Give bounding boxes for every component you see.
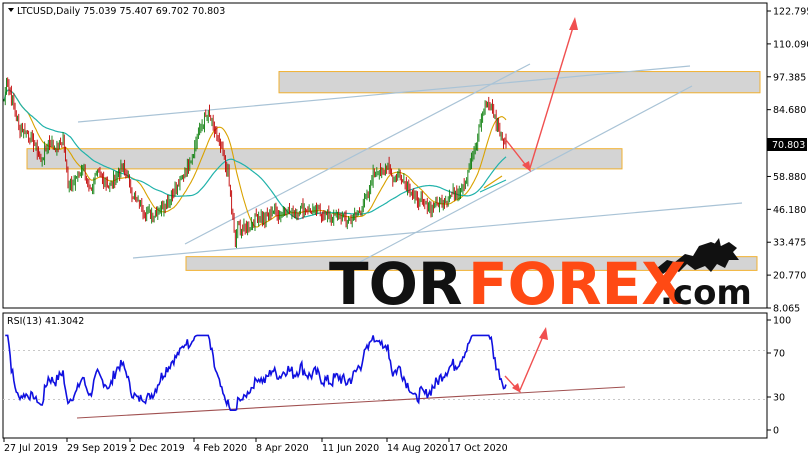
rsi-tick-label: 30 <box>773 393 785 404</box>
last-price-tag: 70.803 <box>772 140 805 151</box>
rsi-tick-label: 0 <box>773 426 779 437</box>
rsi-header: RSI(13) 41.3042 <box>7 316 84 327</box>
price-tick-label: 8.065 <box>773 304 800 315</box>
time-axis: 27 Jul 2019 29 Sep 2019 2 Dec 2019 4 Feb 20… <box>3 438 508 454</box>
time-tick-label: 4 Feb 2020 <box>194 443 247 454</box>
symbol-header: LTCUSD,Daily 75.039 75.407 69.702 70.803 <box>17 6 225 17</box>
rsi-tick-label: 70 <box>773 349 785 360</box>
price-tick-label: 33.475 <box>773 238 806 249</box>
price-tick-label: 97.385 <box>773 72 806 83</box>
price-tick-label: 58.880 <box>773 172 806 183</box>
time-tick-label: 17 Oct 2020 <box>449 443 508 454</box>
watermark-forex: FOREX <box>468 250 686 318</box>
time-tick-label: 11 Jun 2020 <box>322 443 379 454</box>
price-tick-label: 122.795 <box>773 7 808 18</box>
time-tick-label: 8 Apr 2020 <box>256 443 309 454</box>
time-tick-label: 14 Aug 2020 <box>387 443 448 454</box>
chart-window: TOR FOREX .com 122.795 110.090 97.385 84.68… <box>0 0 808 458</box>
price-axis: 122.795110.09097.38584.68071.97558.88046… <box>767 7 808 315</box>
price-tick-label: 84.680 <box>773 105 806 116</box>
watermark-domain: .com <box>660 273 752 313</box>
price-tick-label: 46.180 <box>773 205 806 216</box>
time-tick-label: 2 Dec 2019 <box>130 443 185 454</box>
price-tick-label: 110.090 <box>773 39 808 50</box>
price-tick-label: 20.770 <box>773 271 806 282</box>
watermark-tor: TOR <box>329 250 463 318</box>
time-tick-label: 29 Sep 2019 <box>67 443 127 454</box>
chart-svg: TOR FOREX .com 122.795 110.090 97.385 84.68… <box>2 2 808 454</box>
rsi-panel-frame <box>2 312 768 439</box>
rsi-tick-label: 100 <box>773 316 791 327</box>
time-tick-label: 27 Jul 2019 <box>4 443 58 454</box>
rsi-axis: 100 70 30 0 <box>767 316 791 437</box>
